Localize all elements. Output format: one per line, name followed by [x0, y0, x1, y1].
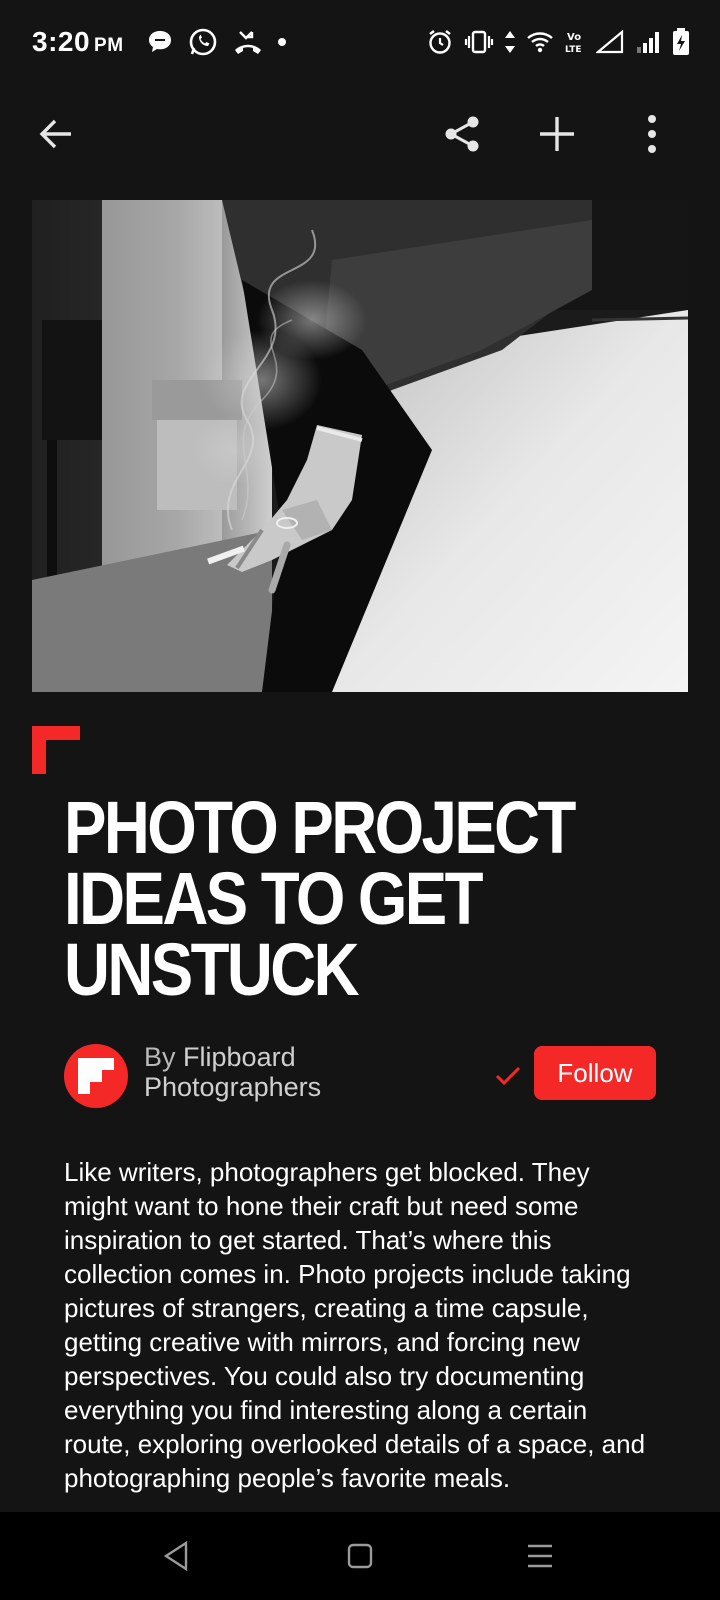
vibrate-icon — [464, 28, 494, 56]
system-nav-bar — [0, 1512, 720, 1600]
app-toolbar — [0, 84, 720, 184]
back-arrow-icon — [39, 119, 71, 149]
flipboard-logo-icon — [78, 1058, 114, 1094]
svg-text:LTE: LTE — [565, 45, 582, 55]
signal-icon — [636, 29, 662, 55]
svg-text:Vo: Vo — [567, 32, 581, 43]
data-arrows-icon — [504, 28, 516, 56]
checkmark-icon — [492, 1060, 524, 1092]
message-bubble-icon — [146, 28, 174, 56]
hero-image[interactable] — [32, 200, 688, 692]
more-options-button[interactable] — [620, 102, 684, 166]
missed-call-icon — [232, 28, 264, 56]
status-time: 3:20 PM — [32, 26, 124, 58]
alarm-icon — [426, 28, 454, 56]
author-name-line2: Photographers — [144, 1072, 322, 1102]
status-time-value: 3:20 — [32, 26, 91, 57]
battery-charging-icon — [672, 28, 690, 56]
article-body: Like writers, photographers get blocked.… — [64, 1157, 646, 1493]
status-time-ampm: PM — [94, 35, 124, 56]
flipboard-corner-icon — [32, 726, 80, 774]
plus-icon — [540, 117, 574, 151]
status-right-icons: Vo LTE — [426, 28, 690, 56]
nav-home-button[interactable] — [336, 1532, 384, 1580]
share-button[interactable] — [430, 102, 494, 166]
author-name-line1: Flipboard — [183, 1042, 296, 1072]
article-screen: 3:20 PM Vo LTE PHOTO PROJECT IDEAS TO GE… — [0, 0, 720, 1600]
notification-dot-icon — [277, 38, 286, 46]
status-left-icons — [146, 27, 286, 57]
add-button[interactable] — [525, 102, 589, 166]
byline-row: By Flipboard Photographers Follow — [64, 1040, 656, 1112]
nav-back-button[interactable] — [152, 1532, 200, 1580]
nav-back-icon — [163, 1541, 188, 1571]
signal-empty-icon — [596, 29, 626, 55]
nav-menu-button[interactable] — [516, 1532, 564, 1580]
follow-button[interactable]: Follow — [534, 1046, 656, 1100]
byline-text[interactable]: By Flipboard Photographers — [144, 1042, 321, 1102]
author-avatar[interactable] — [64, 1044, 128, 1108]
wifi-icon — [526, 29, 554, 55]
more-vert-icon — [648, 115, 656, 153]
nav-menu-icon — [528, 1544, 552, 1568]
status-bar: 3:20 PM Vo LTE — [0, 0, 720, 84]
nav-home-icon — [347, 1543, 373, 1569]
article-headline: PHOTO PROJECT IDEAS TO GET UNSTUCK — [64, 786, 576, 1011]
whatsapp-icon — [188, 27, 218, 57]
back-button[interactable] — [24, 102, 88, 166]
byline-prefix: By — [144, 1042, 176, 1072]
volte-icon: Vo LTE — [564, 29, 586, 55]
share-icon — [445, 116, 479, 152]
